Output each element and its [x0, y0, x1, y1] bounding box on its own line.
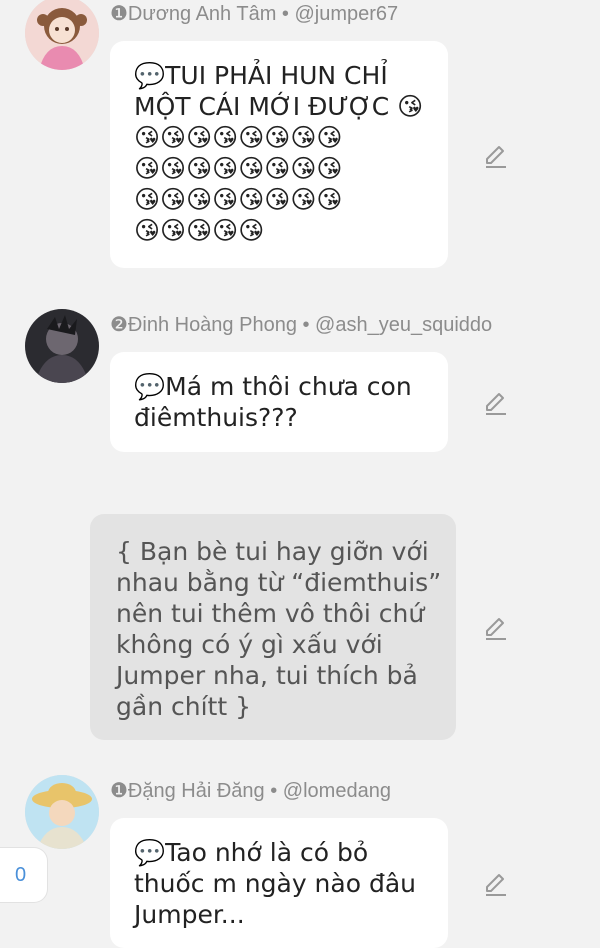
- pencil-icon[interactable]: [482, 614, 510, 642]
- comment-text-line: 💬Má m thôi chưa con: [134, 372, 412, 401]
- author-note: { Bạn bè tui hay giỡn với nhau bằng từ “…: [90, 514, 456, 740]
- pencil-icon[interactable]: [482, 389, 510, 417]
- comment-text-line: 💬TUI PHẢI HUN CHỈ: [134, 61, 388, 90]
- comment-author[interactable]: ❶Dương Anh Tâm • @jumper67: [110, 2, 398, 26]
- emoji-row: 😘😘😘😘😘: [134, 216, 265, 245]
- pencil-icon[interactable]: [482, 870, 510, 898]
- emoji-row: 😘😘😘😘😘😘😘😘: [134, 154, 343, 183]
- note-text-line: nhau bằng từ “điemthuis”: [116, 568, 442, 597]
- note-text-line: Jumper nha, tui thích bả: [116, 661, 418, 690]
- comment-counter-button[interactable]: 0: [0, 847, 48, 903]
- comment-text-line: 💬Tao nhớ là có bỏ: [134, 838, 369, 867]
- comment-author[interactable]: ❷Đinh Hoàng Phong • @ash_yeu_squiddo: [110, 313, 492, 337]
- comment-author[interactable]: ❶Đặng Hải Đăng • @lomedang: [110, 779, 391, 803]
- comment-text-line: Jumper...: [134, 900, 245, 929]
- comment-bubble: 💬Tao nhớ là có bỏ thuốc m ngày nào đâu J…: [110, 818, 448, 948]
- comment-bubble: 💬Má m thôi chưa con điêmthuis???: [110, 352, 448, 452]
- avatar[interactable]: [25, 309, 99, 383]
- note-text-line: không có ý gì xấu với: [116, 630, 383, 659]
- avatar[interactable]: [25, 0, 99, 70]
- comment-text-line: điêmthuis???: [134, 403, 298, 432]
- emoji-row: 😘😘😘😘😘😘😘😘: [134, 185, 343, 214]
- emoji-row: 😘😘😘😘😘😘😘😘: [134, 123, 343, 152]
- pencil-icon[interactable]: [482, 142, 510, 170]
- comment-text-line: thuốc m ngày nào đâu: [134, 869, 416, 898]
- note-text-line: { Bạn bè tui hay giỡn với: [116, 537, 429, 566]
- avatar[interactable]: [25, 775, 99, 849]
- comment-bubble: 💬TUI PHẢI HUN CHỈ MỘT CÁI MỚI ĐƯỢC 😘 😘😘😘…: [110, 41, 448, 268]
- note-text-line: nên tui thêm vô thôi chứ: [116, 599, 425, 628]
- comment-text-line: MỘT CÁI MỚI ĐƯỢC 😘: [134, 92, 424, 121]
- note-text-line: gần chítt }: [116, 692, 251, 721]
